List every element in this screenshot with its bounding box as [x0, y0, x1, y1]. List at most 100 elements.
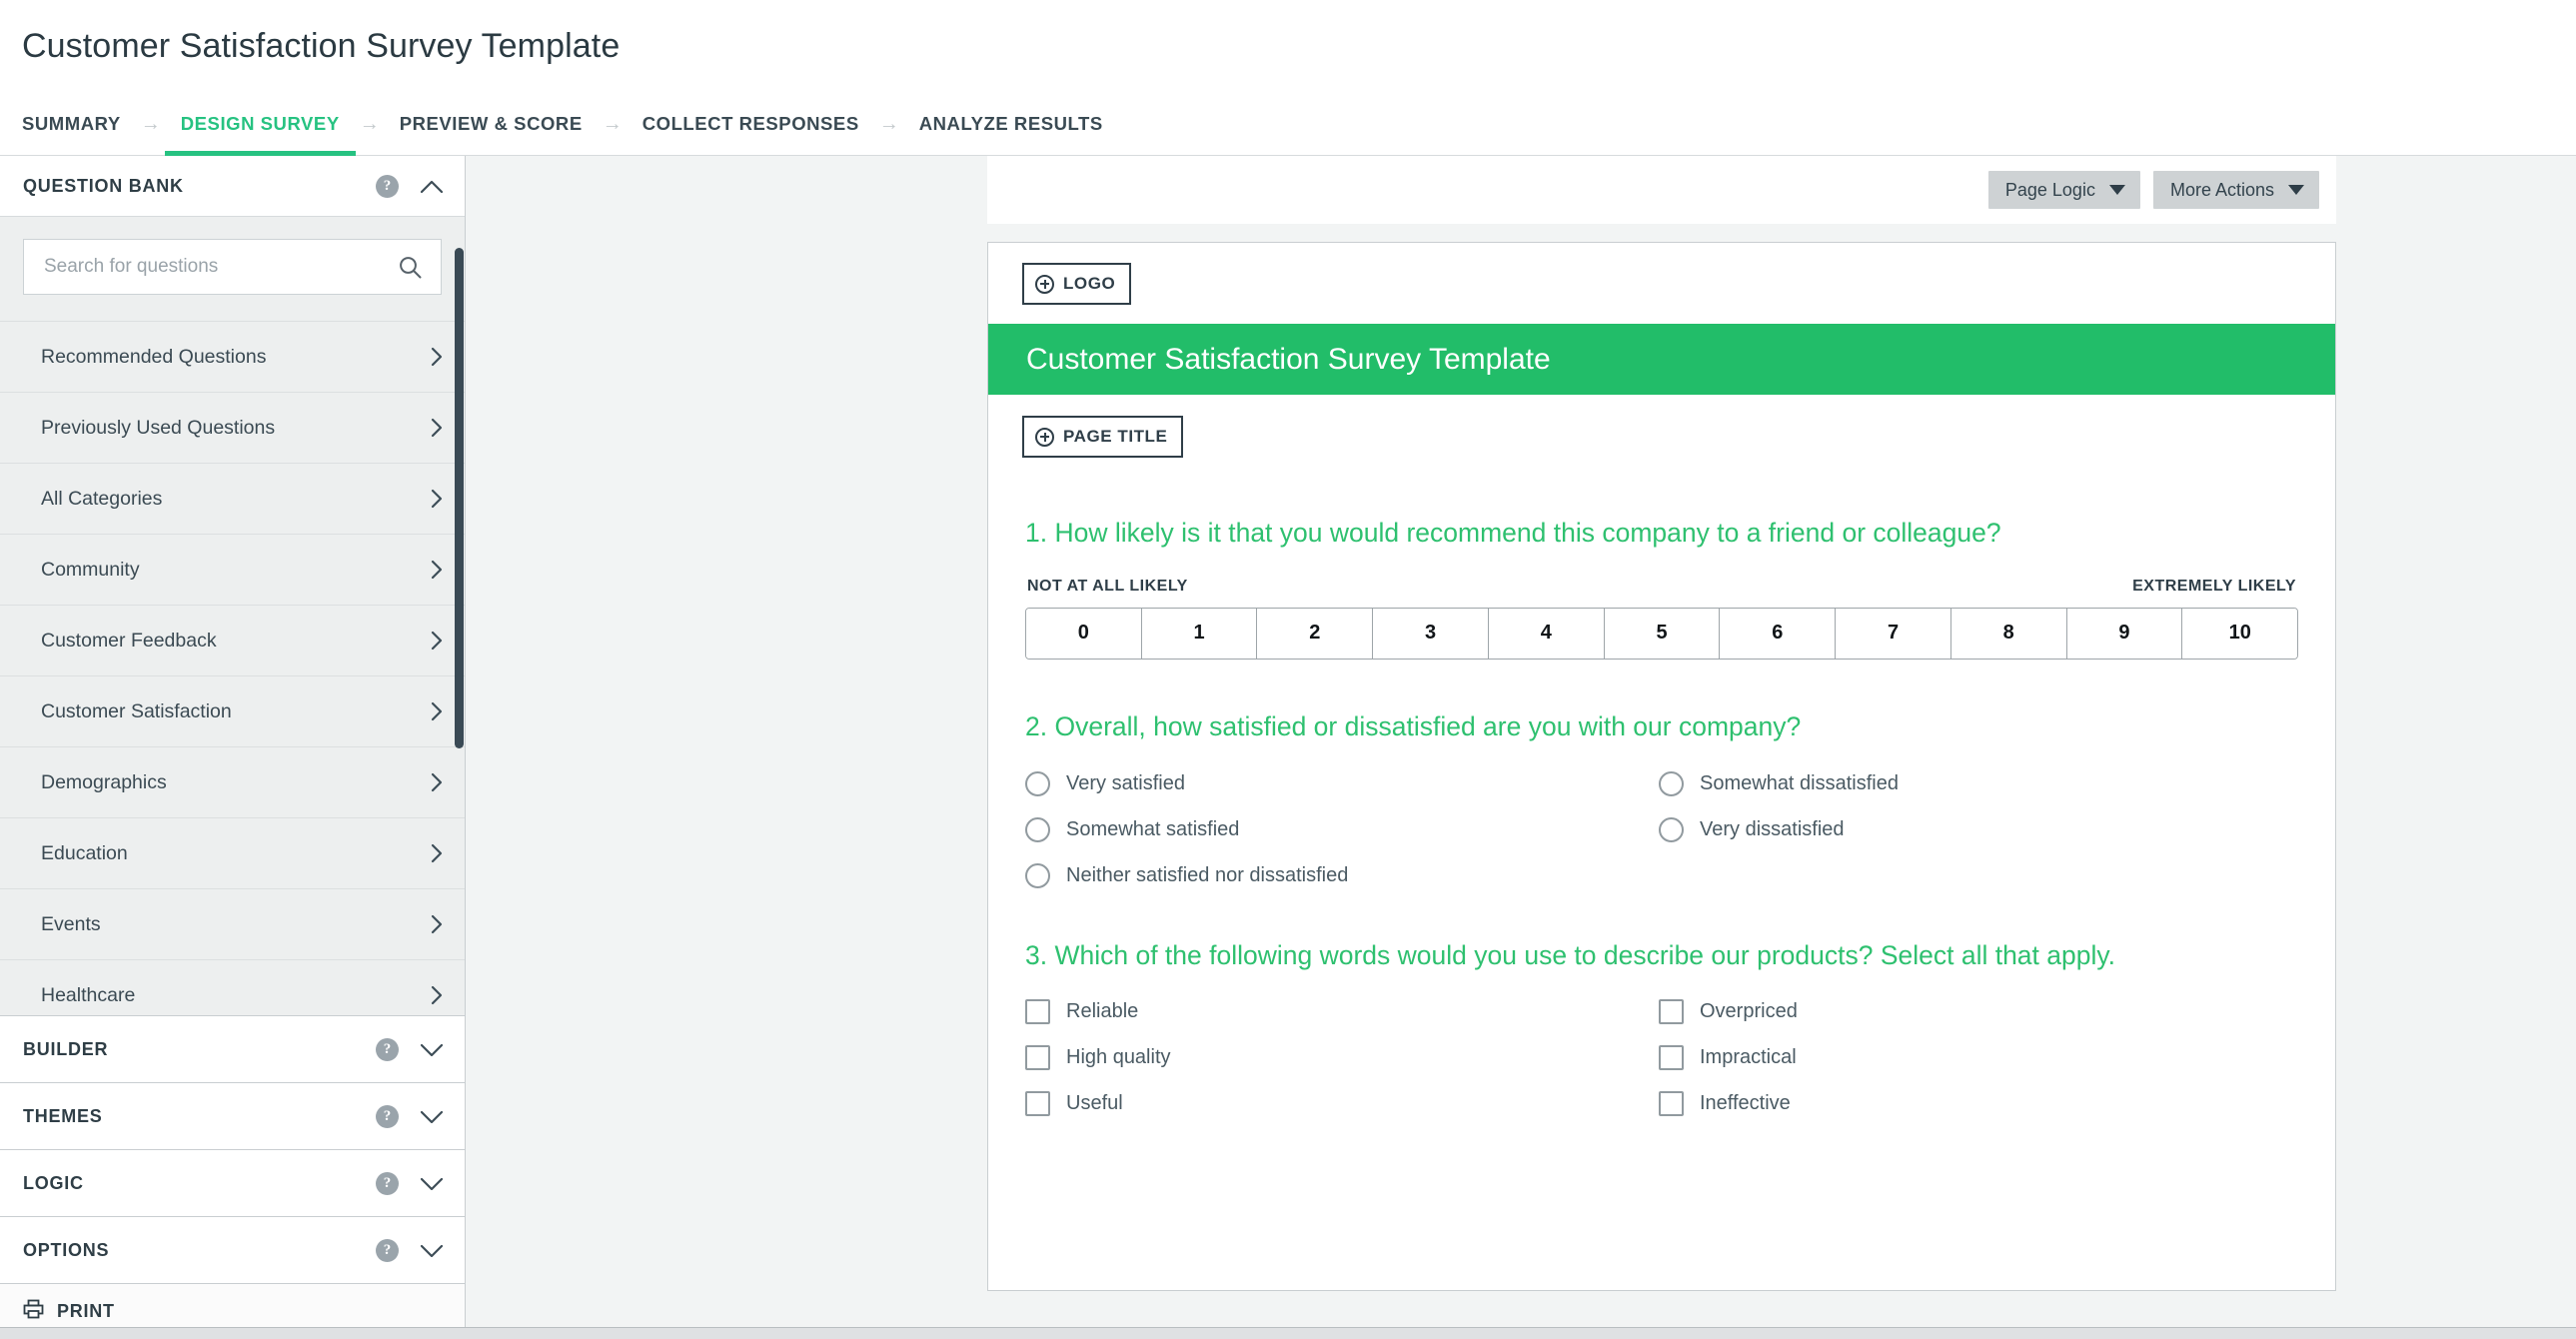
sidebar-section-logic[interactable]: LOGIC ? [0, 1149, 465, 1216]
chevron-right-icon [431, 347, 443, 367]
sidebar-scrollbar-thumb[interactable] [455, 248, 464, 748]
sidebar-item-customer-feedback[interactable]: Customer Feedback [0, 606, 465, 676]
radio-icon[interactable] [1659, 771, 1684, 796]
more-actions-button[interactable]: More Actions [2153, 171, 2319, 209]
category-label: Previously Used Questions [41, 417, 431, 440]
chevron-right-icon [431, 914, 443, 934]
nps-cell-9[interactable]: 9 [2067, 609, 2183, 659]
search-box[interactable] [23, 239, 442, 295]
checkbox-option-useful[interactable]: Useful [1025, 1091, 1659, 1116]
chevron-down-icon[interactable] [421, 1239, 443, 1261]
sidebar-item-healthcare[interactable]: Healthcare [0, 960, 465, 1015]
option-label: High quality [1066, 1046, 1171, 1069]
sidebar-item-customer-satisfaction[interactable]: Customer Satisfaction [0, 676, 465, 747]
question-text: 2. Overall, how satisfied or dissatisfie… [1025, 709, 2144, 745]
question-2[interactable]: 2. Overall, how satisfied or dissatisfie… [1025, 709, 2298, 888]
tab-summary[interactable]: SUMMARY [22, 92, 121, 156]
checkbox-option-reliable[interactable]: Reliable [1025, 999, 1659, 1024]
chevron-right-icon [431, 843, 443, 863]
radio-icon[interactable] [1025, 817, 1050, 842]
search-icon[interactable] [398, 255, 423, 280]
tab-design-survey[interactable]: DESIGN SURVEY [181, 92, 340, 156]
sidebar-section-themes[interactable]: THEMES ? [0, 1082, 465, 1149]
survey-column: Page Logic More Actions LOGO Customer Sa [987, 156, 2336, 1291]
add-logo-button[interactable]: LOGO [1022, 263, 1131, 305]
nps-cell-2[interactable]: 2 [1257, 609, 1373, 659]
nps-cell-1[interactable]: 1 [1142, 609, 1258, 659]
checkbox-icon[interactable] [1659, 999, 1684, 1024]
sidebar-item-community[interactable]: Community [0, 535, 465, 606]
sidebar-item-previously-used-questions[interactable]: Previously Used Questions [0, 393, 465, 464]
page-logic-button[interactable]: Page Logic [1988, 171, 2140, 209]
sidebar-item-events[interactable]: Events [0, 889, 465, 960]
checkbox-icon[interactable] [1659, 1091, 1684, 1116]
help-icon[interactable]: ? [376, 1105, 399, 1128]
nps-cell-4[interactable]: 4 [1489, 609, 1605, 659]
tab-collect-responses[interactable]: COLLECT RESPONSES [643, 92, 859, 156]
nps-cell-6[interactable]: 6 [1720, 609, 1836, 659]
nps-cell-5[interactable]: 5 [1605, 609, 1721, 659]
tab-analyze-results[interactable]: ANALYZE RESULTS [919, 92, 1103, 156]
sidebar-item-education[interactable]: Education [0, 818, 465, 889]
radio-option-very-satisfied[interactable]: Very satisfied [1025, 771, 1659, 796]
question-bank-title: QUESTION BANK [23, 176, 376, 197]
chevron-down-icon[interactable] [421, 1105, 443, 1127]
nps-cell-10[interactable]: 10 [2182, 609, 2297, 659]
checkbox-option-impractical[interactable]: Impractical [1659, 1045, 2298, 1070]
question-bank-header[interactable]: QUESTION BANK ? [0, 156, 465, 216]
checkbox-icon[interactable] [1659, 1045, 1684, 1070]
questions-container: 1. How likely is it that you would recom… [988, 458, 2335, 1116]
survey-banner[interactable]: Customer Satisfaction Survey Template [988, 324, 2335, 395]
tab-preview-and-score[interactable]: PREVIEW & SCORE [400, 92, 583, 156]
nps-scale: 0 1 2 3 4 5 6 7 8 9 10 [1025, 608, 2298, 660]
sidebar-item-all-categories[interactable]: All Categories [0, 464, 465, 535]
checkbox-option-overpriced[interactable]: Overpriced [1659, 999, 2298, 1024]
option-label: Reliable [1066, 1000, 1138, 1023]
radio-option-neither-satisfied-nor-dissatisfied[interactable]: Neither satisfied nor dissatisfied [1025, 863, 1659, 888]
category-label: Community [41, 559, 431, 582]
option-label: Very satisfied [1066, 772, 1185, 795]
help-icon[interactable]: ? [376, 175, 399, 198]
nps-cell-7[interactable]: 7 [1836, 609, 1951, 659]
nps-cell-3[interactable]: 3 [1373, 609, 1489, 659]
nps-cell-0[interactable]: 0 [1026, 609, 1142, 659]
page-title-zone: PAGE TITLE [988, 395, 2335, 458]
sidebar-item-recommended-questions[interactable]: Recommended Questions [0, 322, 465, 393]
category-label: Customer Satisfaction [41, 700, 431, 723]
question-3[interactable]: 3. Which of the following words would yo… [1025, 938, 2298, 1117]
radio-icon[interactable] [1025, 863, 1050, 888]
os-taskbar[interactable] [0, 1327, 2576, 1339]
checkbox-option-high-quality[interactable]: High quality [1025, 1045, 1659, 1070]
radio-option-somewhat-satisfied[interactable]: Somewhat satisfied [1025, 817, 1659, 842]
radio-option-somewhat-dissatisfied[interactable]: Somewhat dissatisfied [1659, 771, 2298, 796]
sidebar-section-builder[interactable]: BUILDER ? [0, 1015, 465, 1082]
add-page-title-button[interactable]: PAGE TITLE [1022, 416, 1183, 458]
question-1[interactable]: 1. How likely is it that you would recom… [1025, 516, 2298, 660]
search-input[interactable] [44, 256, 398, 278]
plus-circle-icon [1035, 275, 1054, 294]
radio-icon[interactable] [1659, 817, 1684, 842]
radio-icon[interactable] [1025, 771, 1050, 796]
checkbox-icon[interactable] [1025, 1091, 1050, 1116]
chevron-up-icon[interactable] [421, 175, 443, 197]
chevron-down-icon[interactable] [421, 1038, 443, 1060]
chevron-down-icon[interactable] [421, 1172, 443, 1194]
checkbox-option-ineffective[interactable]: Ineffective [1659, 1091, 2298, 1116]
category-label: Events [41, 913, 431, 936]
breadcrumb-arrow-icon: → [879, 114, 899, 134]
category-label: Education [41, 842, 431, 865]
breadcrumb-tabs: SUMMARY → DESIGN SURVEY → PREVIEW & SCOR… [0, 92, 2576, 156]
nps-right-label: EXTREMELY LIKELY [2132, 578, 2296, 596]
help-icon[interactable]: ? [376, 1038, 399, 1061]
help-icon[interactable]: ? [376, 1239, 399, 1262]
sidebar-section-options[interactable]: OPTIONS ? [0, 1216, 465, 1283]
more-actions-label: More Actions [2170, 180, 2274, 201]
nps-cell-8[interactable]: 8 [1951, 609, 2067, 659]
sidebar-item-demographics[interactable]: Demographics [0, 747, 465, 818]
help-icon[interactable]: ? [376, 1172, 399, 1195]
checkbox-icon[interactable] [1025, 999, 1050, 1024]
breadcrumb-arrow-icon: → [360, 114, 380, 134]
chevron-right-icon [431, 489, 443, 509]
radio-option-very-dissatisfied[interactable]: Very dissatisfied [1659, 817, 2298, 842]
checkbox-icon[interactable] [1025, 1045, 1050, 1070]
